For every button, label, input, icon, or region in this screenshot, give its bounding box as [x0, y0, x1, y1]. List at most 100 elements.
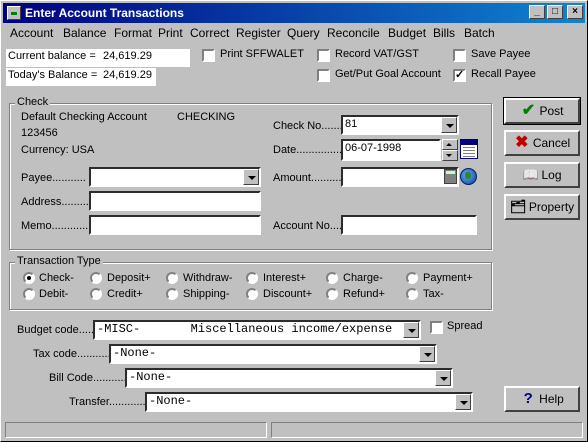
radio-charge[interactable]: [326, 272, 338, 284]
menu-format[interactable]: Format: [114, 26, 152, 40]
post-button[interactable]: ✔ Post: [503, 97, 581, 125]
checkmark-icon: ✔: [521, 102, 536, 119]
cancel-button[interactable]: ✖ Cancel: [504, 130, 580, 156]
payee-combobox[interactable]: [89, 167, 261, 187]
date-label: Date...............: [273, 144, 343, 156]
check-no-dropdown-arrow-icon[interactable]: [441, 117, 457, 133]
log-book-icon: 📖: [522, 167, 539, 182]
radio-debit-label: Debit-: [39, 288, 69, 300]
tax-code-label: Tax code...........: [33, 348, 111, 360]
payee-dropdown-arrow-icon[interactable]: [243, 169, 259, 185]
record-vat-checkbox[interactable]: [317, 49, 330, 62]
transfer-value: -None-: [149, 394, 193, 408]
amount-label: Amount..........: [273, 172, 342, 184]
globe-icon[interactable]: [460, 168, 477, 185]
date-value: 06-07-1998: [345, 142, 402, 154]
main-window: Enter Account Transactions _ □ × Account…: [0, 0, 588, 442]
radio-interest[interactable]: [246, 272, 258, 284]
calculator-icon[interactable]: [444, 169, 457, 184]
radio-check[interactable]: [23, 272, 35, 284]
menu-query[interactable]: Query: [287, 26, 320, 40]
status-bar: [3, 421, 585, 439]
radio-check-label: Check-: [39, 272, 74, 284]
budget-code-combobox[interactable]: -MISC- Miscellaneous income/expense: [93, 320, 421, 340]
address-field[interactable]: [89, 191, 261, 211]
bill-code-dropdown-arrow-icon[interactable]: [435, 370, 451, 386]
budget-code-dropdown-arrow-icon[interactable]: [403, 322, 419, 338]
current-balance-row: Current balance = 24,619.29: [6, 49, 190, 67]
check-no-value: 81: [345, 118, 358, 130]
menu-register[interactable]: Register: [236, 26, 281, 40]
status-pane-1: [5, 422, 267, 438]
tax-code-combobox[interactable]: -None-: [109, 344, 437, 364]
date-field[interactable]: 06-07-1998: [341, 139, 441, 161]
currency-label: Currency: USA: [21, 144, 95, 156]
minimize-button[interactable]: _: [529, 5, 545, 19]
radio-deposit[interactable]: [90, 272, 102, 284]
recall-payee-checkbox[interactable]: ✓: [453, 69, 466, 82]
transfer-combobox[interactable]: -None-: [145, 392, 473, 412]
radio-charge-label: Charge-: [343, 272, 383, 284]
menu-budget[interactable]: Budget: [388, 26, 426, 40]
post-button-label: Post: [539, 104, 564, 118]
recall-payee-label: Recall Payee: [471, 68, 536, 80]
todays-balance-value: 24,619.29: [103, 69, 152, 81]
menu-batch[interactable]: Batch: [464, 26, 495, 40]
transfer-dropdown-arrow-icon[interactable]: [455, 394, 471, 410]
maximize-button[interactable]: □: [547, 5, 563, 19]
check-no-combobox[interactable]: 81: [341, 115, 459, 135]
save-payee-checkbox[interactable]: [453, 49, 466, 62]
bill-code-combobox[interactable]: -None-: [125, 368, 453, 388]
record-vat-label: Record VAT/GST: [335, 48, 419, 60]
calendar-icon[interactable]: [460, 139, 478, 159]
radio-discount-label: Discount+: [263, 288, 313, 300]
menu-bills[interactable]: Bills: [433, 26, 455, 40]
save-payee-label: Save Payee: [471, 48, 531, 60]
radio-tax[interactable]: [406, 288, 418, 300]
amount-field[interactable]: [341, 167, 459, 187]
memo-field[interactable]: [89, 215, 261, 235]
radio-refund[interactable]: [326, 288, 338, 300]
radio-discount[interactable]: [246, 288, 258, 300]
close-button[interactable]: ×: [567, 5, 583, 19]
goal-account-checkbox[interactable]: [317, 69, 330, 82]
menu-correct[interactable]: Correct: [190, 26, 229, 40]
radio-tax-label: Tax-: [423, 288, 444, 300]
cancel-button-label: Cancel: [532, 136, 571, 150]
date-spin-down-icon[interactable]: [442, 150, 458, 161]
account-no-field[interactable]: [341, 215, 477, 235]
memo-label: Memo............: [21, 220, 89, 232]
todays-balance-row: Today's Balance = 24,619.29: [6, 68, 156, 86]
transfer-label: Transfer............: [69, 396, 146, 408]
menu-print[interactable]: Print: [158, 26, 183, 40]
menu-balance[interactable]: Balance: [63, 26, 106, 40]
payee-label: Payee...........: [21, 172, 86, 184]
menu-account[interactable]: Account: [10, 26, 53, 40]
print-sffwalet-checkbox[interactable]: [202, 49, 215, 62]
radio-payment-label: Payment+: [423, 272, 473, 284]
help-button[interactable]: ? Help: [504, 386, 580, 412]
account-number: 123456: [21, 127, 58, 139]
app-icon: [7, 6, 21, 20]
menu-bar: Account Balance Format Print Correct Reg…: [3, 25, 585, 43]
tax-code-dropdown-arrow-icon[interactable]: [419, 346, 435, 362]
title-bar: Enter Account Transactions _ □ ×: [3, 3, 585, 23]
status-pane-2: [271, 422, 583, 438]
spread-label: Spread: [447, 320, 483, 332]
radio-interest-label: Interest+: [263, 272, 307, 284]
account-no-label: Account No.....: [273, 220, 346, 232]
spread-checkbox[interactable]: [430, 321, 443, 334]
radio-debit[interactable]: [23, 288, 35, 300]
budget-code-label: Budget code.......: [17, 324, 101, 336]
account-name: Default Checking Account: [21, 111, 147, 123]
menu-reconcile[interactable]: Reconcile: [327, 26, 380, 40]
radio-payment[interactable]: [406, 272, 418, 284]
address-label: Address..........: [21, 196, 92, 208]
radio-credit[interactable]: [90, 288, 102, 300]
property-button[interactable]: 🗂 Property: [504, 194, 580, 220]
bill-code-label: Bill Code............: [49, 372, 130, 384]
radio-shipping[interactable]: [166, 288, 178, 300]
date-spin-up-icon[interactable]: [442, 139, 458, 150]
log-button[interactable]: 📖 Log: [504, 162, 580, 188]
radio-withdraw[interactable]: [166, 272, 178, 284]
